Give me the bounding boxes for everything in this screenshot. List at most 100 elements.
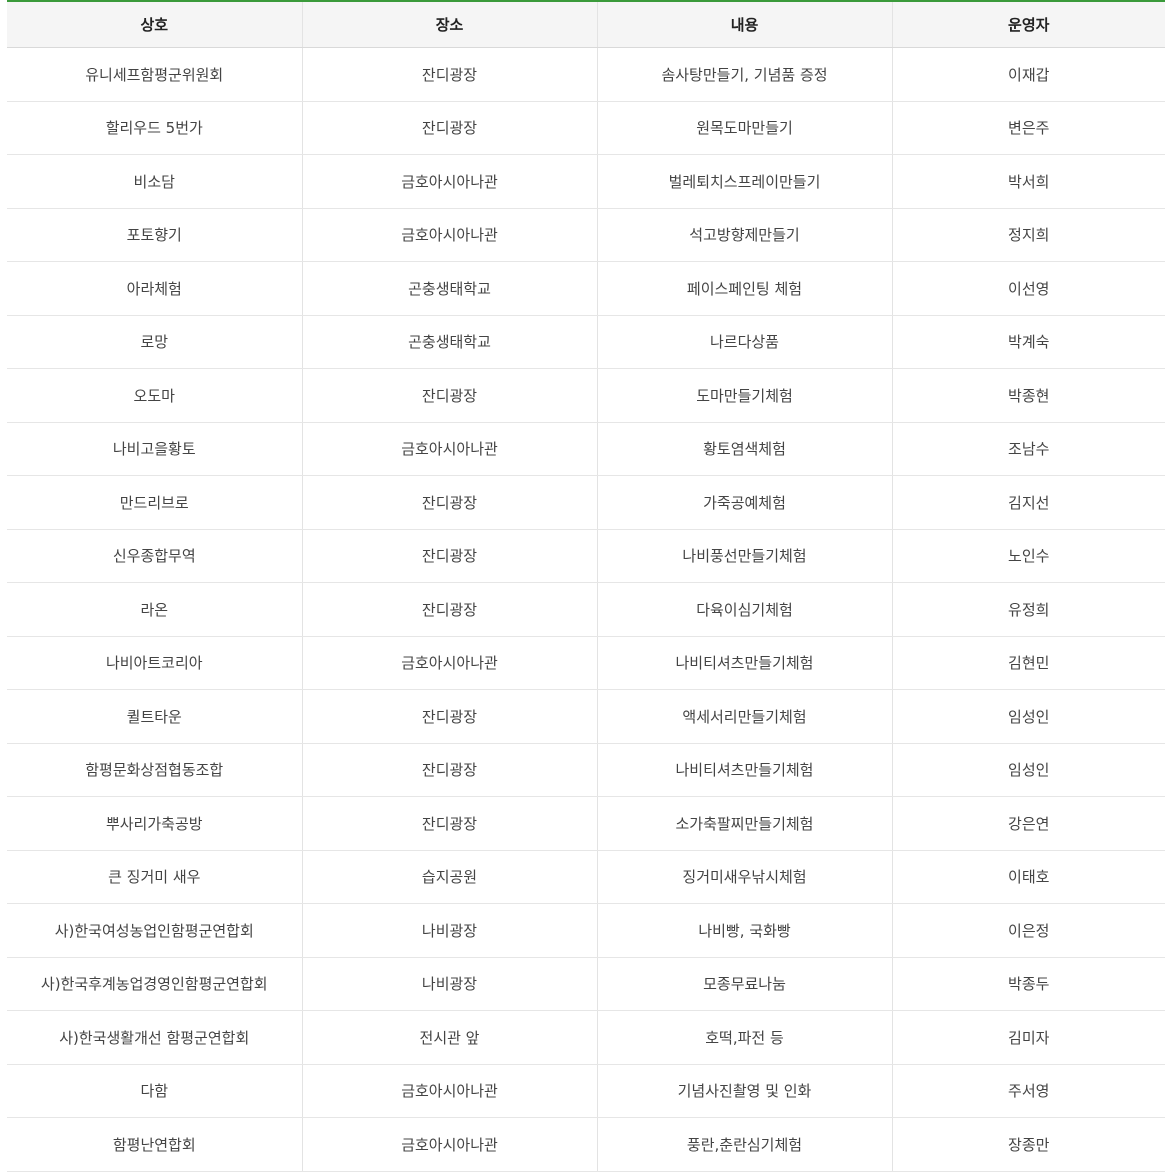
table-header: 상호 장소 내용 운영자 <box>7 1 1165 48</box>
cell-location: 전시관 앞 <box>302 1010 598 1065</box>
cell-operator: 이선영 <box>892 261 1165 316</box>
cell-business-name: 오도마 <box>7 368 303 423</box>
cell-location: 금호아시아나관 <box>302 154 598 209</box>
table-row: 포토향기 금호아시아나관 석고방향제만들기 정지희 <box>7 208 1165 262</box>
cell-content: 벌레퇴치스프레이만들기 <box>597 154 893 209</box>
cell-location: 잔디광장 <box>302 743 598 797</box>
cell-operator: 이태호 <box>892 850 1165 904</box>
table-row: 뿌사리가축공방 잔디광장 소가축팔찌만들기체험 강은연 <box>7 796 1165 851</box>
cell-operator: 박계숙 <box>892 315 1165 369</box>
cell-location: 잔디광장 <box>302 582 598 637</box>
table-row: 비소담 금호아시아나관 벌레퇴치스프레이만들기 박서희 <box>7 154 1165 209</box>
header-content: 내용 <box>597 1 893 48</box>
cell-operator: 정지희 <box>892 208 1165 262</box>
cell-operator: 주서영 <box>892 1064 1165 1118</box>
cell-business-name: 신우종합무역 <box>7 529 303 583</box>
cell-operator: 이재갑 <box>892 47 1165 102</box>
cell-content: 도마만들기체험 <box>597 368 893 423</box>
table-row: 라온 잔디광장 다육이심기체험 유정희 <box>7 582 1165 637</box>
cell-business-name: 만드리브로 <box>7 475 303 530</box>
cell-business-name: 큰 징거미 새우 <box>7 850 303 904</box>
table-row: 만드리브로 잔디광장 가죽공예체험 김지선 <box>7 475 1165 530</box>
cell-location: 금호아시아나관 <box>302 1117 598 1172</box>
cell-location: 곤충생태학교 <box>302 315 598 369</box>
header-location: 장소 <box>302 1 598 48</box>
table-row: 사)한국여성농업인함평군연합회 나비광장 나비빵, 국화빵 이은정 <box>7 903 1165 958</box>
cell-content: 가죽공예체험 <box>597 475 893 530</box>
cell-business-name: 사)한국생활개선 함평군연합회 <box>7 1010 303 1065</box>
cell-location: 잔디광장 <box>302 529 598 583</box>
cell-operator: 이은정 <box>892 903 1165 958</box>
operator-table-container: 상호 장소 내용 운영자 유니세프함평군위원회 잔디광장 솜사탕만들기, 기념품 증… <box>7 0 1165 1172</box>
table-row: 신우종합무역 잔디광장 나비풍선만들기체험 노인수 <box>7 529 1165 583</box>
table-row: 아라체험 곤충생태학교 페이스페인팅 체험 이선영 <box>7 261 1165 316</box>
cell-operator: 박종현 <box>892 368 1165 423</box>
cell-operator: 임성인 <box>892 689 1165 744</box>
cell-business-name: 사)한국후계농업경영인함평군연합회 <box>7 957 303 1011</box>
operator-table: 상호 장소 내용 운영자 유니세프함평군위원회 잔디광장 솜사탕만들기, 기념품 증… <box>7 0 1165 1172</box>
cell-operator: 강은연 <box>892 796 1165 851</box>
cell-content: 액세서리만들기체험 <box>597 689 893 744</box>
cell-business-name: 다함 <box>7 1064 303 1118</box>
cell-business-name: 할리우드 5번가 <box>7 101 303 155</box>
cell-location: 잔디광장 <box>302 101 598 155</box>
cell-location: 잔디광장 <box>302 47 598 102</box>
cell-operator: 장종만 <box>892 1117 1165 1172</box>
cell-location: 나비광장 <box>302 957 598 1011</box>
table-row: 할리우드 5번가 잔디광장 원목도마만들기 변은주 <box>7 101 1165 155</box>
cell-content: 나르다상품 <box>597 315 893 369</box>
cell-operator: 조남수 <box>892 422 1165 476</box>
cell-operator: 박서희 <box>892 154 1165 209</box>
table-row: 다함 금호아시아나관 기념사진촬영 및 인화 주서영 <box>7 1064 1165 1118</box>
cell-business-name: 나비아트코리아 <box>7 636 303 690</box>
cell-business-name: 포토향기 <box>7 208 303 262</box>
table-row: 나비아트코리아 금호아시아나관 나비티셔츠만들기체험 김현민 <box>7 636 1165 690</box>
cell-content: 나비티셔츠만들기체험 <box>597 743 893 797</box>
cell-content: 소가축팔찌만들기체험 <box>597 796 893 851</box>
cell-business-name: 아라체험 <box>7 261 303 316</box>
cell-location: 금호아시아나관 <box>302 636 598 690</box>
cell-content: 석고방향제만들기 <box>597 208 893 262</box>
cell-operator: 유정희 <box>892 582 1165 637</box>
cell-location: 잔디광장 <box>302 689 598 744</box>
cell-operator: 노인수 <box>892 529 1165 583</box>
cell-content: 호떡,파전 등 <box>597 1010 893 1065</box>
table-row: 함평문화상점협동조합 잔디광장 나비티셔츠만들기체험 임성인 <box>7 743 1165 797</box>
cell-operator: 변은주 <box>892 101 1165 155</box>
cell-location: 금호아시아나관 <box>302 1064 598 1118</box>
cell-business-name: 사)한국여성농업인함평군연합회 <box>7 903 303 958</box>
cell-operator: 김지선 <box>892 475 1165 530</box>
cell-business-name: 비소담 <box>7 154 303 209</box>
cell-content: 모종무료나눔 <box>597 957 893 1011</box>
table-body: 유니세프함평군위원회 잔디광장 솜사탕만들기, 기념품 증정 이재갑 할리우드 5번가 잔… <box>7 47 1165 1172</box>
header-operator: 운영자 <box>892 1 1165 48</box>
header-business-name: 상호 <box>7 1 303 48</box>
cell-business-name: 라온 <box>7 582 303 637</box>
cell-operator: 임성인 <box>892 743 1165 797</box>
cell-content: 나비빵, 국화빵 <box>597 903 893 958</box>
cell-content: 솜사탕만들기, 기념품 증정 <box>597 47 893 102</box>
cell-location: 곤충생태학교 <box>302 261 598 316</box>
cell-operator: 김미자 <box>892 1010 1165 1065</box>
cell-business-name: 함평문화상점협동조합 <box>7 743 303 797</box>
table-row: 오도마 잔디광장 도마만들기체험 박종현 <box>7 368 1165 423</box>
cell-content: 나비티셔츠만들기체험 <box>597 636 893 690</box>
cell-operator: 김현민 <box>892 636 1165 690</box>
cell-content: 원목도마만들기 <box>597 101 893 155</box>
table-row: 큰 징거미 새우 습지공원 징거미새우낚시체험 이태호 <box>7 850 1165 904</box>
table-row: 로망 곤충생태학교 나르다상품 박계숙 <box>7 315 1165 369</box>
cell-location: 습지공원 <box>302 850 598 904</box>
table-row: 유니세프함평군위원회 잔디광장 솜사탕만들기, 기념품 증정 이재갑 <box>7 47 1165 102</box>
cell-location: 나비광장 <box>302 903 598 958</box>
cell-content: 나비풍선만들기체험 <box>597 529 893 583</box>
cell-business-name: 로망 <box>7 315 303 369</box>
table-row: 퀼트타운 잔디광장 액세서리만들기체험 임성인 <box>7 689 1165 744</box>
header-row: 상호 장소 내용 운영자 <box>7 1 1165 48</box>
table-row: 나비고을황토 금호아시아나관 황토염색체험 조남수 <box>7 422 1165 476</box>
cell-location: 금호아시아나관 <box>302 208 598 262</box>
cell-content: 황토염색체험 <box>597 422 893 476</box>
cell-business-name: 유니세프함평군위원회 <box>7 47 303 102</box>
cell-business-name: 퀼트타운 <box>7 689 303 744</box>
table-row: 사)한국후계농업경영인함평군연합회 나비광장 모종무료나눔 박종두 <box>7 957 1165 1011</box>
cell-location: 금호아시아나관 <box>302 422 598 476</box>
